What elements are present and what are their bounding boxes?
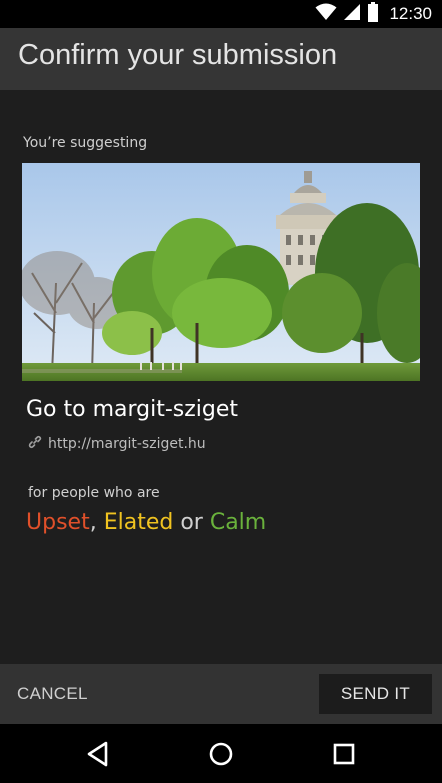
url-row[interactable]: http://margit-sziget.hu xyxy=(28,434,206,453)
margit-sziget-photo xyxy=(22,163,420,381)
send-it-button[interactable]: SEND IT xyxy=(319,674,432,714)
cell-signal-icon xyxy=(343,3,361,25)
suggesting-label: You’re suggesting xyxy=(23,135,148,151)
screen: 12:30 Confirm your submission You’re sug… xyxy=(0,0,442,783)
wifi-icon xyxy=(315,3,337,25)
place-url[interactable]: http://margit-sziget.hu xyxy=(48,436,206,452)
people-label: for people who are xyxy=(28,485,160,501)
cancel-button[interactable]: CANCEL xyxy=(0,664,110,724)
status-time: 12:30 xyxy=(389,4,432,23)
mood-upset: Upset xyxy=(26,510,90,535)
recents-icon[interactable] xyxy=(328,738,360,770)
link-icon xyxy=(28,434,42,453)
app-bar: Confirm your submission xyxy=(0,28,442,90)
mood-separator: or xyxy=(173,510,210,535)
status-bar: 12:30 xyxy=(0,0,442,28)
mood-list: Upset, Elated or Calm xyxy=(26,510,266,535)
navigation-bar xyxy=(0,724,442,783)
mood-separator: , xyxy=(89,510,104,535)
status-icons: 12:30 xyxy=(315,2,432,26)
home-icon[interactable] xyxy=(205,738,237,770)
back-icon[interactable] xyxy=(82,738,114,770)
mood-calm: Calm xyxy=(209,510,267,535)
battery-icon xyxy=(367,2,379,26)
page-title: Confirm your submission xyxy=(18,39,338,71)
mood-elated: Elated xyxy=(103,510,174,535)
place-title: Go to margit-sziget xyxy=(26,397,239,422)
action-bar: CANCEL SEND IT xyxy=(0,664,442,724)
